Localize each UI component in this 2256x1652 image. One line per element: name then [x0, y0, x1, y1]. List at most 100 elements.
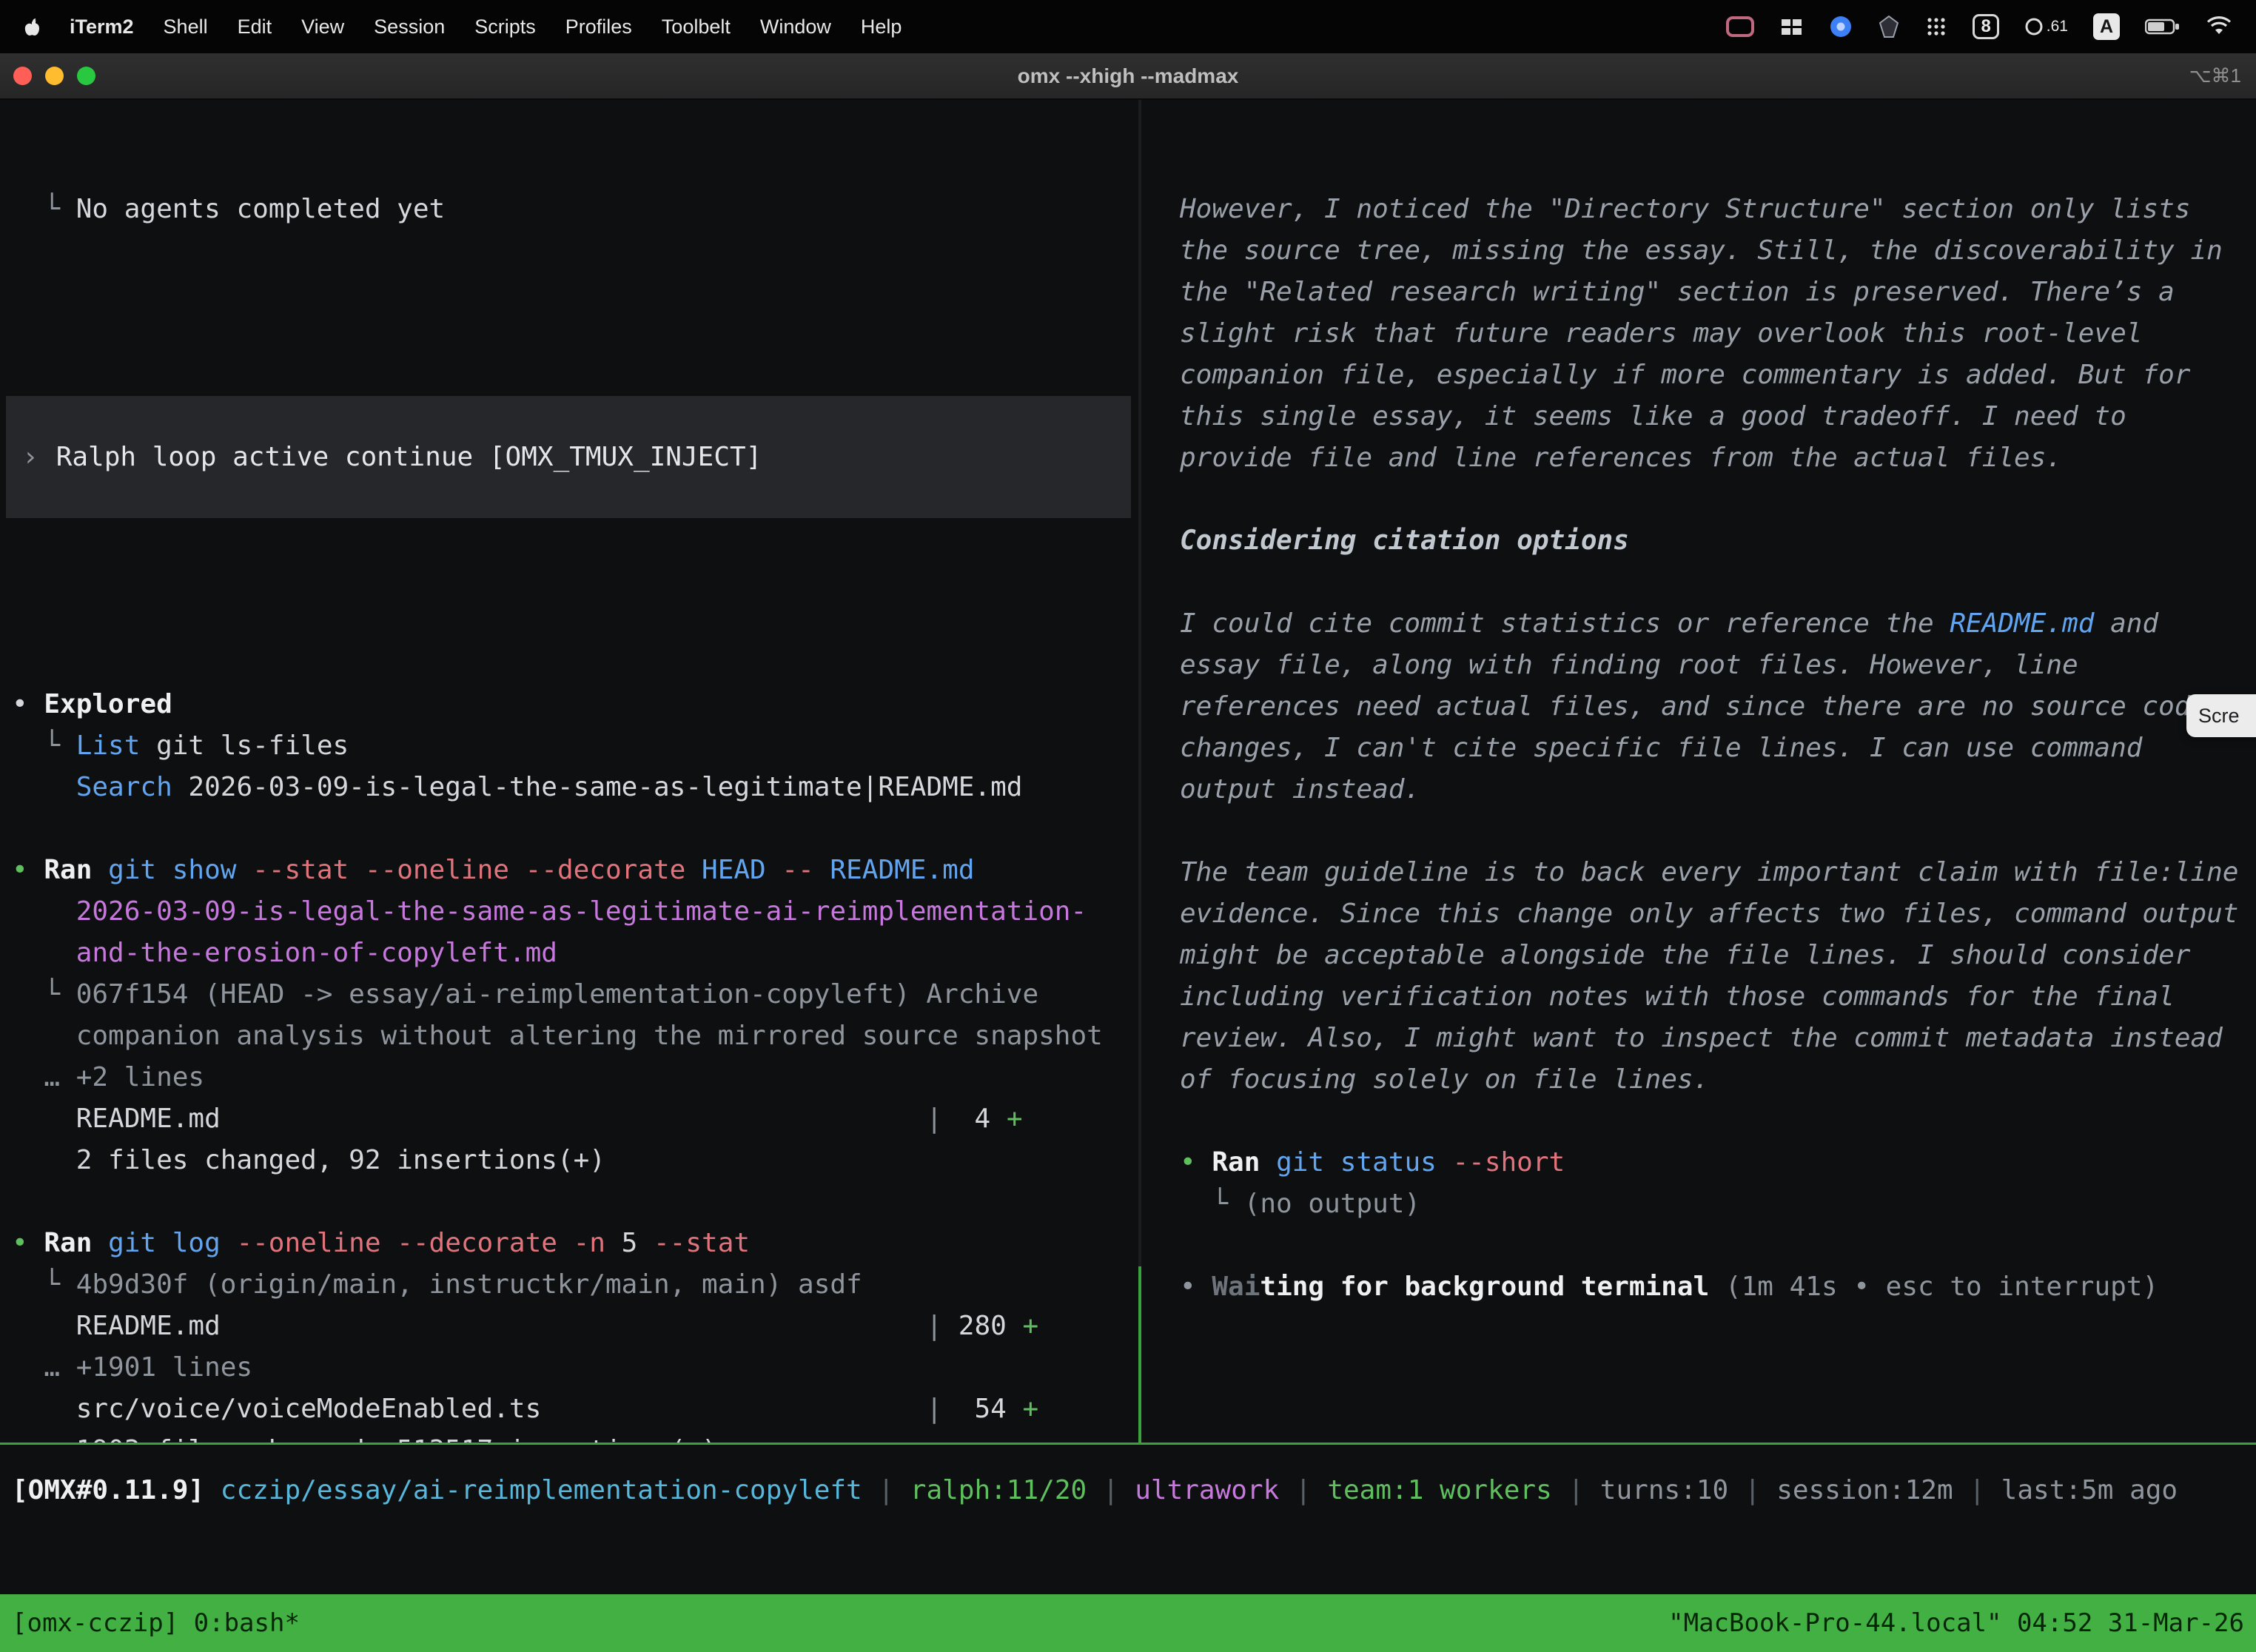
- blue-app-icon[interactable]: [1829, 15, 1853, 38]
- menu-bar-status-area: 8 .61 A: [1725, 13, 2238, 40]
- menu-item-toolbelt[interactable]: Toolbelt: [647, 16, 745, 38]
- text-segment: 1903 files changed, 513517 insertions(+): [12, 1435, 718, 1443]
- terminal-pane-left[interactable]: └ No agents completed yet › Ralph loop a…: [0, 100, 1138, 1443]
- text-segment: (1m 41s • esc to interrupt): [1709, 1272, 2158, 1302]
- menu-item-view[interactable]: View: [286, 16, 359, 38]
- text-segment: output instead.: [1180, 774, 1420, 805]
- text-segment: src/voice/voiceModeEnabled.ts: [12, 1394, 541, 1424]
- dots-grid-icon[interactable]: [1925, 16, 1947, 38]
- text-segment: evidence. Since this change only affects…: [1180, 899, 2238, 929]
- menu-item-help[interactable]: Help: [846, 16, 917, 38]
- status-segment: |: [1953, 1475, 2001, 1505]
- omitted-lines: … +2 lines: [12, 1057, 1138, 1098]
- waiting-status: • Waiting for background terminal (1m 41…: [1180, 1266, 2256, 1308]
- text-segment: |: [926, 1394, 942, 1424]
- text-segment: [12, 813, 28, 844]
- text-segment: No agents completed yet: [76, 194, 446, 224]
- text-segment: Explored: [44, 689, 172, 719]
- gauge-icon[interactable]: .61: [2024, 17, 2068, 36]
- text-segment: Ran: [1212, 1147, 1276, 1178]
- text-segment: the source tree, missing the essay. Stil…: [1180, 235, 2223, 266]
- status-segment: |: [862, 1475, 910, 1505]
- command-output: └ (no output): [1180, 1183, 2256, 1225]
- tmux-status-bar: [omx-cczip] 0:bash* "MacBook-Pro-44.loca…: [0, 1594, 2256, 1652]
- text-segment: └: [12, 731, 76, 761]
- window-title-bar[interactable]: omx --xhigh --madmax ⌥⌘1: [0, 53, 2256, 100]
- text-segment: … +1901 lines: [12, 1352, 252, 1383]
- text-segment: [221, 1311, 927, 1341]
- reasoning-line: However, I noticed the "Directory Struct…: [1180, 189, 2256, 230]
- menu-item-shell[interactable]: Shell: [149, 16, 223, 38]
- status-segment: session:12m: [1776, 1475, 1953, 1505]
- text-segment: [1180, 1230, 1196, 1260]
- text-segment: Search: [76, 772, 172, 802]
- reasoning-line: including verification notes with those …: [1180, 976, 2256, 1018]
- text-segment: git show: [108, 855, 252, 885]
- text-segment: --stat --oneline --decorate: [252, 855, 702, 885]
- text-segment: README.md: [12, 1311, 221, 1341]
- text-segment: and: [2094, 608, 2158, 639]
- menu-item-edit[interactable]: Edit: [223, 16, 287, 38]
- desktop: iTerm2 Shell Edit View Session Scripts P…: [0, 0, 2256, 1652]
- explored-header: • Explored: [12, 684, 1138, 725]
- ran-git-log: • Ran git log --oneline --decorate -n 5 …: [12, 1223, 1138, 1264]
- text-segment: Wai: [1212, 1272, 1260, 1302]
- commit-line: └ 067f154 (HEAD -> essay/ai-reimplementa…: [12, 974, 1138, 1015]
- status-segment: [OMX#0.11.9]: [12, 1475, 204, 1505]
- text-segment: [1180, 567, 1196, 597]
- menu-item-scripts[interactable]: Scripts: [460, 16, 551, 38]
- reasoning-line: output instead.: [1180, 769, 2256, 810]
- blank-line: [12, 808, 1138, 850]
- terminal-pane-right[interactable]: However, I noticed the "Directory Struct…: [1141, 100, 2256, 1443]
- file-name-line: and-the-erosion-of-copyleft.md: [12, 933, 1138, 974]
- text-segment: I could cite commit statistics or refere…: [1180, 608, 1950, 639]
- text-segment: 2 files changed, 92 insertions(+): [12, 1145, 605, 1175]
- text-segment: the "Related research writing" section i…: [1180, 277, 2175, 307]
- reasoning-line: the source tree, missing the essay. Stil…: [1180, 230, 2256, 272]
- left-pane-transcript: • Explored └ List git ls-files Search 20…: [12, 684, 1138, 1443]
- reasoning-line: companion file, especially if more comme…: [1180, 355, 2256, 396]
- blank-line: [1180, 1225, 2256, 1266]
- omx-status-bar: [OMX#0.11.9] cczip/essay/ai-reimplementa…: [12, 1470, 2178, 1511]
- gem-app-icon[interactable]: [1878, 15, 1900, 38]
- text-segment: └: [12, 194, 76, 224]
- screen-recording-icon[interactable]: [1725, 16, 1755, 38]
- text-segment: including verification notes with those …: [1180, 981, 2175, 1012]
- text-segment: HEAD: [702, 855, 782, 885]
- text-segment: companion file, especially if more comme…: [1180, 360, 2190, 390]
- text-segment: README.md: [1950, 608, 2094, 639]
- blank-line: [1180, 479, 2256, 520]
- text-segment: essay file, along with finding root file…: [1180, 650, 2078, 680]
- apple-menu-icon[interactable]: [18, 17, 55, 37]
- reasoning-line: slight risk that future readers may over…: [1180, 313, 2256, 355]
- text-segment: The team guideline is to back every impo…: [1180, 857, 2238, 887]
- battery-icon[interactable]: [2145, 17, 2181, 36]
- menu-item-profiles[interactable]: Profiles: [551, 16, 647, 38]
- file-name-line: 2026-03-09-is-legal-the-same-as-legitima…: [12, 891, 1138, 933]
- reasoning-line: review. Also, I might want to inspect th…: [1180, 1018, 2256, 1059]
- blank-line: [12, 1181, 1138, 1223]
- screen-notification-tooltip[interactable]: Scre: [2186, 694, 2256, 737]
- diffstat-line: README.md | 4 +: [12, 1098, 1138, 1140]
- omitted-lines: … +1901 lines: [12, 1347, 1138, 1389]
- text-segment: +: [1007, 1104, 1023, 1134]
- diffstat-line: README.md | 280 +: [12, 1306, 1138, 1347]
- figure-eight-icon[interactable]: 8: [1973, 14, 1998, 39]
- text-segment: changes, I can't cite specific file line…: [1180, 733, 2142, 763]
- menu-item-window[interactable]: Window: [745, 16, 846, 38]
- reasoning-line: might be acceptable alongside the file l…: [1180, 935, 2256, 976]
- text-segment: •: [12, 855, 44, 885]
- menu-item-session[interactable]: Session: [359, 16, 460, 38]
- window-title: omx --xhigh --madmax: [0, 64, 2256, 88]
- menu-app-name[interactable]: iTerm2: [55, 16, 149, 38]
- ran-git-status: • Ran git status --short: [1180, 1142, 2256, 1183]
- text-segment: -n: [574, 1228, 622, 1258]
- text-segment: •: [12, 1228, 44, 1258]
- text-segment: references need actual files, and since …: [1180, 691, 2206, 722]
- wifi-icon[interactable]: [2206, 16, 2232, 37]
- input-source-icon[interactable]: A: [2093, 13, 2120, 40]
- pane-bottom-border: [0, 1443, 2256, 1445]
- window-tiles-icon[interactable]: [1780, 16, 1804, 37]
- text-segment: 5: [622, 1228, 654, 1258]
- text-segment: git status: [1276, 1147, 1452, 1178]
